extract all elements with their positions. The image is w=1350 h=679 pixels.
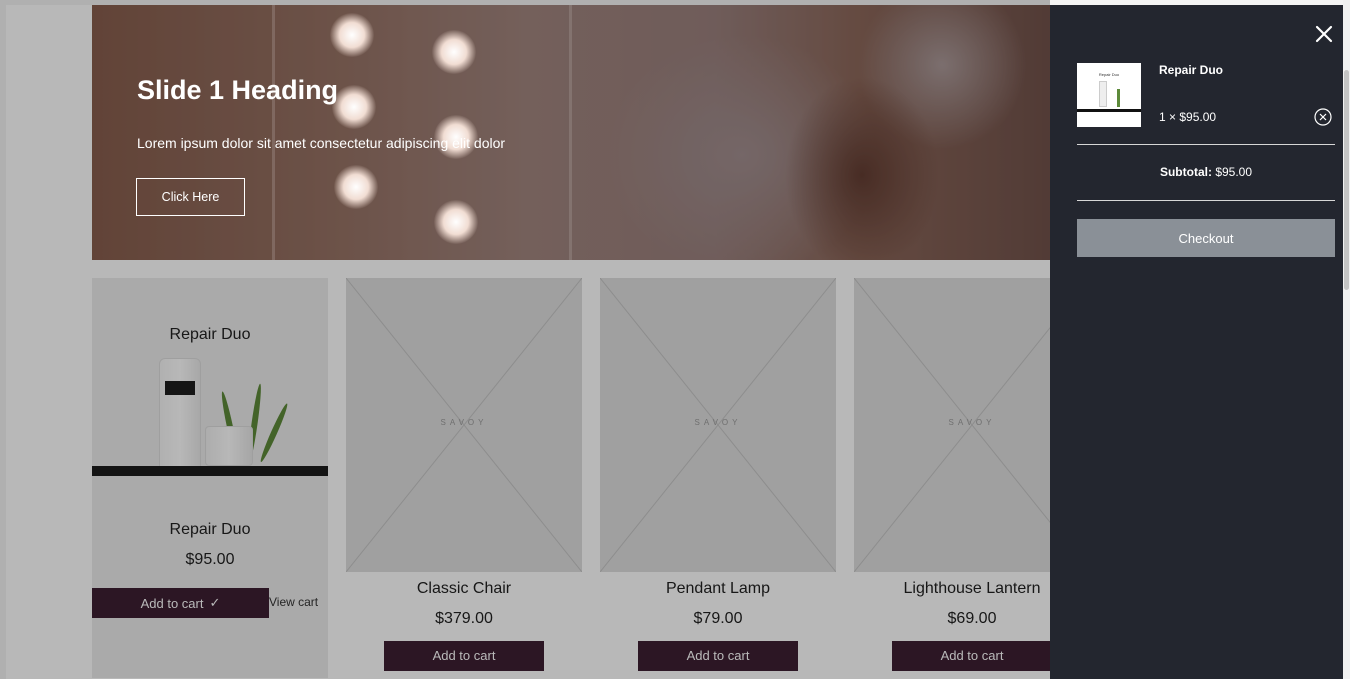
page: Slide 1 Heading Lorem ipsum dolor sit am…	[0, 0, 1350, 679]
scrollbar-thumb[interactable]	[1344, 70, 1349, 290]
hero-bulb	[332, 85, 376, 129]
hero-bulb	[432, 30, 476, 74]
hero-bulb	[434, 200, 478, 244]
subtotal-value: $95.00	[1215, 165, 1253, 179]
subtotal-label: Subtotal:	[1159, 165, 1212, 179]
scrollbar[interactable]	[1343, 0, 1350, 679]
thumbnail-shelf	[1077, 109, 1141, 112]
remove-item-icon[interactable]	[1314, 108, 1332, 126]
hero-click-here-button[interactable]: Click Here	[136, 178, 245, 216]
side-cart-panel: Repair Duo Repair Duo 1 × $95.00 Subtota…	[1050, 5, 1345, 679]
cart-divider	[1077, 200, 1335, 201]
cart-item-name[interactable]: Repair Duo	[1159, 63, 1223, 77]
thumbnail-tube	[1099, 81, 1107, 107]
hero-text: Lorem ipsum dolor sit amet consectetur a…	[137, 135, 506, 151]
thumbnail-leaf	[1117, 89, 1120, 107]
thumbnail-title: Repair Duo	[1098, 72, 1120, 77]
cart-item-thumbnail[interactable]: Repair Duo	[1077, 63, 1141, 127]
hero-bulb	[330, 13, 374, 57]
hero-heading: Slide 1 Heading	[137, 75, 339, 105]
close-icon[interactable]	[1312, 22, 1336, 46]
checkout-button[interactable]: Checkout	[1077, 219, 1335, 257]
hero-mirror-frame	[272, 5, 572, 260]
cart-item-quantity-price: 1 × $95.00	[1159, 110, 1217, 124]
cart-subtotal: Subtotal: $95.00	[1077, 165, 1335, 179]
cart-divider	[1077, 144, 1335, 145]
hero-bulb	[334, 165, 378, 209]
